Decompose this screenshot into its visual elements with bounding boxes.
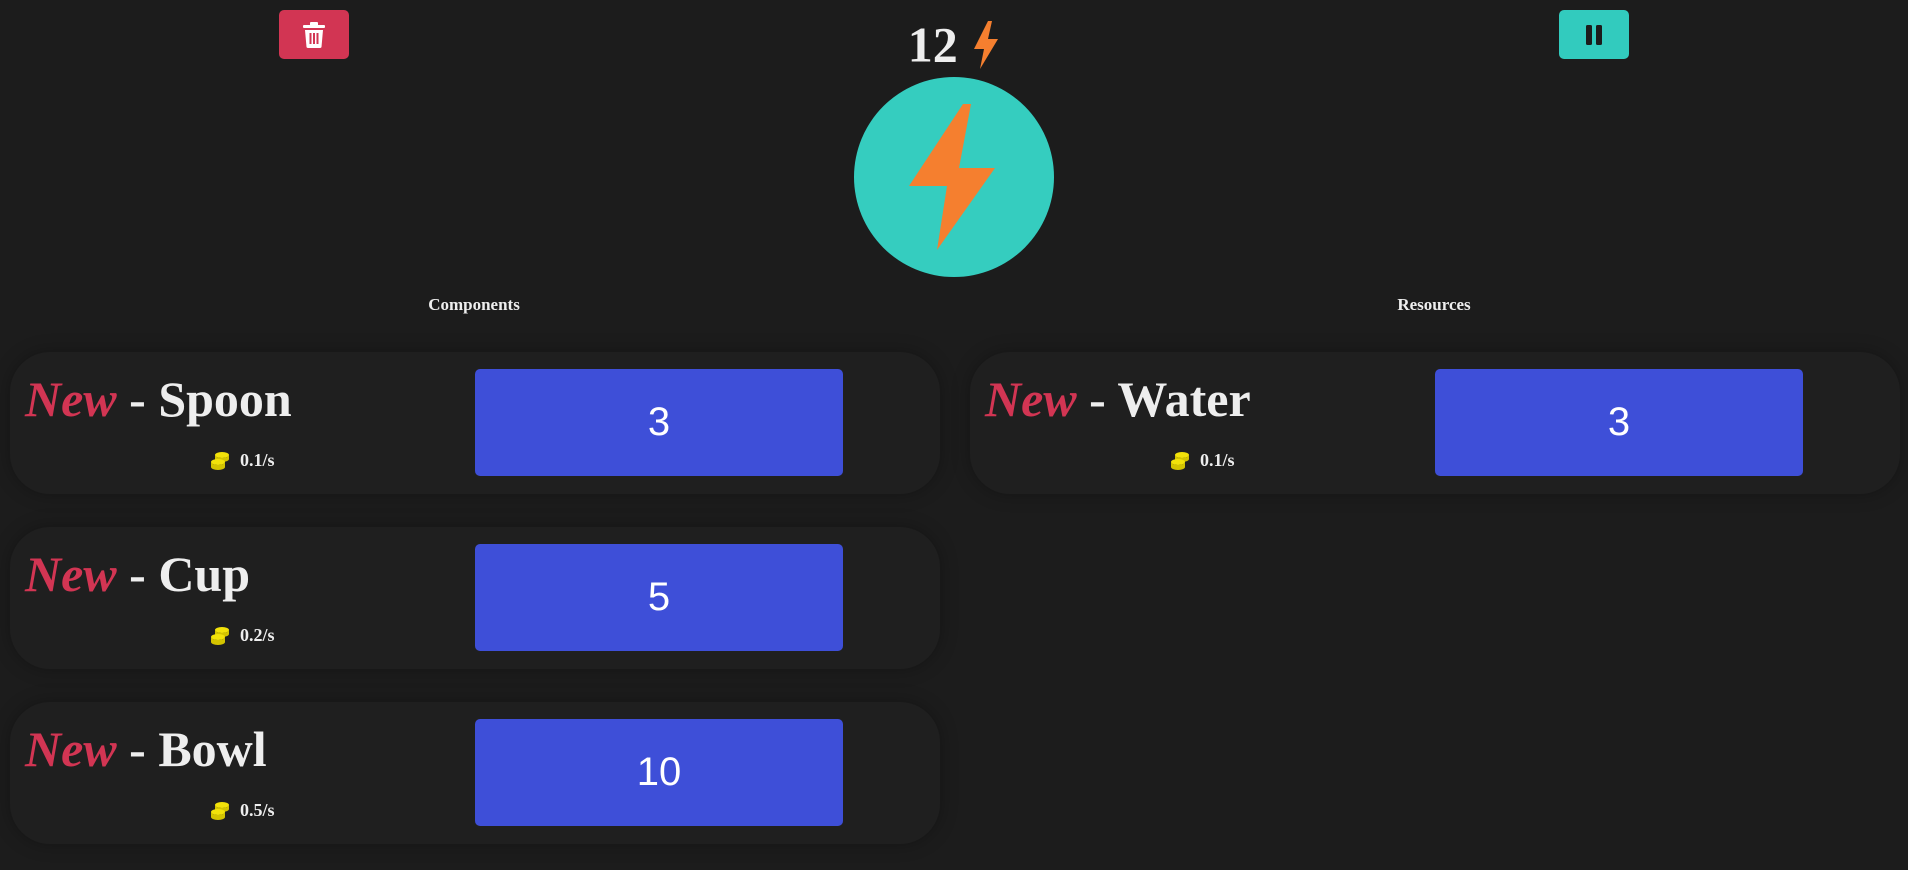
item-title: New - Water: [985, 370, 1251, 428]
top-bar: 12: [0, 0, 1908, 80]
item-title: New - Bowl: [25, 720, 267, 778]
components-heading: Components: [428, 295, 520, 314]
pause-icon: [1586, 24, 1602, 45]
buy-water-button[interactable]: 3: [1435, 369, 1803, 476]
production-rate: 0.5/s: [210, 800, 275, 821]
production-rate: 0.2/s: [210, 625, 275, 646]
production-rate: 0.1/s: [1170, 450, 1235, 471]
new-tag: New: [25, 721, 117, 777]
component-card-spoon: New - Spoon 0.1/s 3: [10, 352, 940, 494]
lightning-bolt-icon: [974, 20, 999, 69]
coins-icon: [211, 626, 229, 645]
new-tag: New: [25, 371, 117, 427]
item-name: Bowl: [158, 721, 267, 777]
resources-heading: Resources: [1397, 295, 1471, 314]
buy-cup-button[interactable]: 5: [475, 544, 843, 651]
buy-bowl-button[interactable]: 10: [475, 719, 843, 826]
buy-spoon-button[interactable]: 3: [475, 369, 843, 476]
coins-icon: [211, 801, 229, 820]
new-tag: New: [985, 371, 1077, 427]
generate-energy-button[interactable]: [854, 77, 1054, 277]
energy-value: 12: [907, 16, 958, 73]
resource-card-water: New - Water 0.1/s 3: [970, 352, 1900, 494]
component-card-bowl: New - Bowl 0.5/s 10: [10, 702, 940, 844]
item-name: Spoon: [158, 371, 292, 427]
rate-value: 0.5/s: [240, 800, 275, 820]
coins-icon: [211, 451, 229, 470]
item-title: New - Cup: [25, 545, 250, 603]
pause-button[interactable]: [1559, 10, 1629, 59]
lightning-bolt-icon: [909, 104, 995, 250]
title-separator: -: [116, 546, 159, 602]
rate-value: 0.1/s: [240, 450, 275, 470]
rate-value: 0.2/s: [240, 625, 275, 645]
coins-icon: [1171, 451, 1189, 470]
item-title: New - Spoon: [25, 370, 292, 428]
rate-value: 0.1/s: [1200, 450, 1235, 470]
component-card-cup: New - Cup 0.2/s 5: [10, 527, 940, 669]
item-name: Cup: [158, 546, 251, 602]
title-separator: -: [116, 721, 159, 777]
title-separator: -: [116, 371, 159, 427]
title-separator: -: [1076, 371, 1118, 427]
item-name: Water: [1117, 371, 1251, 427]
new-tag: New: [25, 546, 117, 602]
production-rate: 0.1/s: [210, 450, 275, 471]
